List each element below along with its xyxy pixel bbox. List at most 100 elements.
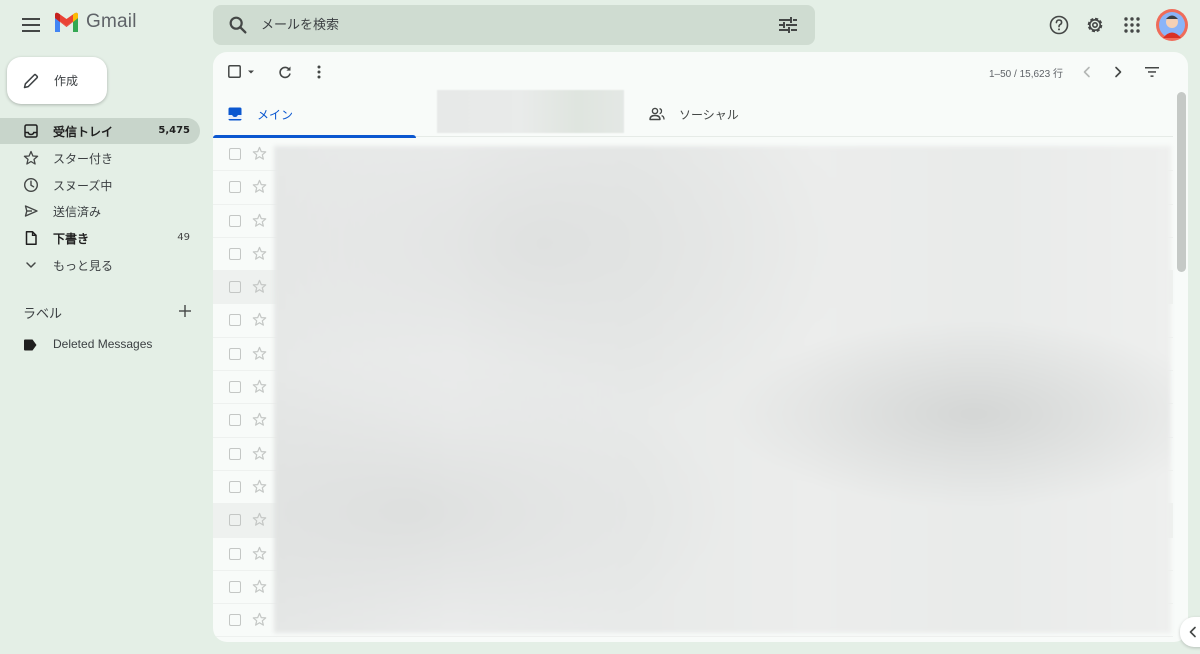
star-icon[interactable]	[252, 146, 267, 161]
caret-down-icon	[248, 70, 254, 73]
sidebar-item-label: スヌーズ中	[53, 179, 113, 193]
hamburger-icon	[22, 18, 40, 32]
google-apps-button[interactable]	[1116, 9, 1148, 41]
row-checkbox[interactable]	[229, 547, 241, 560]
row-checkbox[interactable]	[229, 214, 241, 227]
settings-button[interactable]	[1079, 9, 1111, 41]
side-panel-toggle[interactable]	[1180, 617, 1200, 647]
category-tabs: メイン ソーシャル	[213, 90, 1173, 138]
star-icon[interactable]	[252, 346, 267, 361]
star-icon[interactable]	[252, 312, 267, 327]
refresh-button[interactable]	[274, 61, 296, 83]
star-icon[interactable]	[252, 379, 267, 394]
mail-toolbar: 1–50 / 15,623 行	[213, 52, 1188, 90]
chevron-right-icon	[1115, 66, 1122, 78]
label-item-deleted-messages[interactable]: Deleted Messages	[0, 334, 200, 356]
star-icon[interactable]	[252, 579, 267, 594]
chevron-left-icon	[1083, 66, 1090, 78]
search-input[interactable]	[261, 5, 771, 45]
row-checkbox[interactable]	[229, 181, 241, 194]
tab-main[interactable]: メイン	[213, 90, 416, 138]
checkbox-icon	[228, 65, 241, 78]
account-avatar[interactable]	[1155, 8, 1189, 42]
tab-label: ソーシャル	[679, 108, 739, 122]
star-icon[interactable]	[252, 446, 267, 461]
gmail-logo[interactable]: Gmail	[53, 11, 137, 33]
star-icon[interactable]	[252, 179, 267, 194]
help-icon	[1049, 15, 1069, 35]
compose-button[interactable]: 作成	[7, 57, 107, 104]
help-button[interactable]	[1043, 9, 1075, 41]
sidebar-item-drafts[interactable]: 下書き 49	[0, 225, 200, 251]
more-actions-button[interactable]	[308, 61, 330, 83]
pagination-text: 1–50 / 15,623 行	[989, 69, 1063, 80]
tune-icon	[779, 17, 797, 33]
scrollbar[interactable]	[1177, 92, 1186, 272]
row-checkbox[interactable]	[229, 381, 241, 394]
sidebar-item-label: 送信済み	[53, 205, 102, 219]
clock-icon	[23, 177, 39, 193]
redacted-email-content	[274, 146, 1171, 633]
gear-icon	[1087, 17, 1103, 33]
tab-label: メイン	[257, 108, 294, 122]
row-checkbox[interactable]	[229, 447, 241, 460]
compose-label: 作成	[54, 74, 79, 88]
row-checkbox[interactable]	[229, 614, 241, 627]
people-icon	[649, 107, 665, 121]
star-icon[interactable]	[252, 246, 267, 261]
send-icon	[24, 205, 38, 217]
main-menu-button[interactable]	[14, 8, 48, 42]
previous-page-button[interactable]	[1076, 61, 1098, 83]
star-icon[interactable]	[252, 412, 267, 427]
chevron-down-icon	[26, 262, 36, 268]
row-checkbox[interactable]	[229, 314, 241, 327]
search-icon[interactable]	[227, 14, 249, 36]
row-checkbox[interactable]	[229, 514, 241, 527]
star-icon	[23, 150, 39, 165]
tab-redacted[interactable]	[437, 90, 624, 133]
refresh-icon	[279, 66, 291, 79]
chevron-left-icon	[1189, 626, 1196, 638]
filter-button[interactable]	[1141, 61, 1163, 83]
sidebar-item-label: もっと見る	[53, 259, 114, 273]
star-icon[interactable]	[252, 279, 267, 294]
sidebar-item-inbox[interactable]: 受信トレイ 5,475	[0, 118, 200, 144]
row-checkbox[interactable]	[229, 247, 241, 260]
top-bar: Gmail	[0, 0, 1200, 50]
star-icon[interactable]	[252, 479, 267, 494]
draft-file-icon	[25, 231, 37, 245]
app-brand: Gmail	[86, 11, 137, 32]
more-vert-icon	[317, 65, 321, 79]
star-icon[interactable]	[252, 612, 267, 627]
gmail-m-icon	[55, 12, 78, 32]
sidebar-item-sent[interactable]: 送信済み	[0, 198, 200, 224]
add-label-button[interactable]	[174, 300, 196, 322]
mail-panel: 1–50 / 15,623 行 メイン ソーシャル	[213, 52, 1188, 642]
row-checkbox[interactable]	[229, 281, 241, 294]
next-page-button[interactable]	[1107, 61, 1129, 83]
star-icon[interactable]	[252, 512, 267, 527]
sidebar-item-starred[interactable]: スター付き	[0, 145, 200, 171]
tab-social[interactable]: ソーシャル	[633, 90, 833, 137]
sidebar-item-label: スター付き	[53, 152, 114, 166]
sidebar-item-snoozed[interactable]: スヌーズ中	[0, 172, 200, 198]
search-options-button[interactable]	[771, 8, 805, 42]
label-item-label: Deleted Messages	[53, 337, 153, 351]
sidebar-item-more[interactable]: もっと見る	[0, 252, 200, 278]
row-checkbox[interactable]	[229, 148, 241, 160]
plus-icon	[179, 305, 191, 317]
label-tag-icon	[24, 339, 37, 351]
drafts-count: 49	[177, 232, 190, 243]
row-checkbox[interactable]	[229, 580, 241, 593]
row-checkbox[interactable]	[229, 414, 241, 427]
apps-grid-icon	[1124, 17, 1140, 33]
row-checkbox[interactable]	[229, 347, 241, 360]
row-checkbox[interactable]	[229, 480, 241, 493]
filter-list-icon	[1145, 67, 1159, 77]
star-icon[interactable]	[252, 546, 267, 561]
avatar-image-icon	[1156, 9, 1188, 41]
star-icon[interactable]	[252, 213, 267, 228]
pencil-icon	[23, 73, 39, 88]
search-bar[interactable]	[213, 5, 815, 45]
select-all-checkbox[interactable]	[228, 65, 256, 78]
